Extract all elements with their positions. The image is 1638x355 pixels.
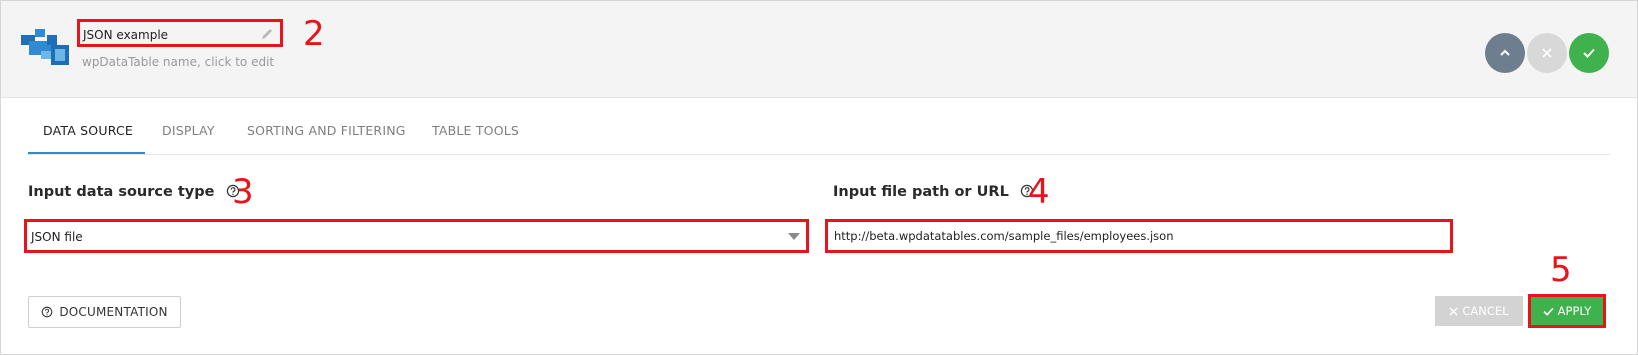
check-icon <box>1543 307 1554 316</box>
close-button[interactable] <box>1527 33 1567 73</box>
table-name-field[interactable]: JSON example <box>77 19 283 47</box>
active-tab-indicator <box>28 152 145 154</box>
data-source-type-value: JSON file <box>31 230 83 244</box>
annotation-number-2: 2 <box>303 14 325 54</box>
file-path-label: Input file path or URL <box>833 184 1034 200</box>
table-name-text: JSON example <box>83 28 169 42</box>
file-path-label-text: Input file path or URL <box>833 184 1009 200</box>
apply-highlight: APPLY <box>1528 294 1606 328</box>
data-source-type-label-text: Input data source type <box>28 184 215 200</box>
tab-sorting-and-filtering[interactable]: SORTING AND FILTERING <box>247 123 406 138</box>
annotation-number-3: 3 <box>232 172 254 212</box>
close-icon <box>1449 306 1458 316</box>
documentation-label: DOCUMENTATION <box>59 305 168 319</box>
table-name-hint: wpDataTable name, click to edit <box>82 55 275 69</box>
close-icon <box>1542 48 1552 58</box>
data-source-type-select[interactable]: JSON file <box>24 219 809 253</box>
apply-label: APPLY <box>1557 304 1592 318</box>
tab-display[interactable]: DISPLAY <box>162 123 215 138</box>
check-icon <box>1583 48 1595 58</box>
caret-down-icon <box>788 233 800 240</box>
documentation-button[interactable]: DOCUMENTATION <box>28 296 181 328</box>
cancel-label: CANCEL <box>1462 304 1509 318</box>
pencil-icon[interactable] <box>260 27 274 41</box>
apply-button[interactable]: APPLY <box>1531 297 1603 325</box>
tab-data-source[interactable]: DATA SOURCE <box>43 123 133 138</box>
cancel-button[interactable]: CANCEL <box>1435 296 1523 326</box>
help-icon <box>42 306 53 318</box>
file-path-field[interactable] <box>825 219 1453 253</box>
data-source-type-label: Input data source type <box>28 184 240 200</box>
chevron-up-icon <box>1500 49 1510 56</box>
collapse-button[interactable] <box>1485 33 1525 73</box>
save-button[interactable] <box>1569 33 1609 73</box>
table-logo-icon <box>21 29 69 65</box>
annotation-number-4: 4 <box>1028 172 1050 212</box>
editor-header: JSON example wpDataTable name, click to … <box>1 1 1637 98</box>
settings-tabs: DATA SOURCE DISPLAY SORTING AND FILTERIN… <box>28 112 1610 155</box>
annotation-number-5: 5 <box>1550 250 1572 290</box>
file-path-input[interactable] <box>834 226 1434 246</box>
tab-table-tools[interactable]: TABLE TOOLS <box>432 123 519 138</box>
